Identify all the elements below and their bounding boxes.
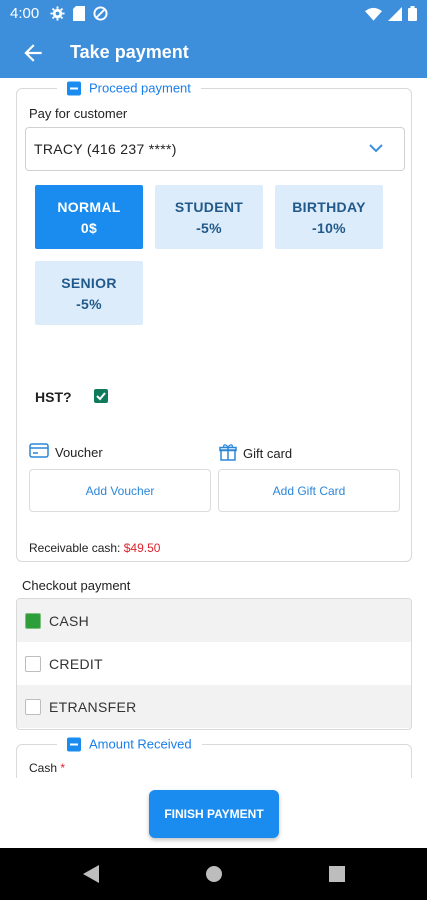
checkout-payment-list: CASH CREDIT ETRANSFER <box>16 598 412 730</box>
amount-received-panel: Amount Received Cash * <box>16 736 412 778</box>
signal-icon <box>388 6 402 26</box>
payment-option-cash[interactable]: CASH <box>17 599 411 642</box>
arrow-back-icon[interactable] <box>20 40 46 66</box>
discount-value: -5% <box>196 219 222 236</box>
voucher-label: Voucher <box>29 443 103 461</box>
wifi-icon <box>365 7 382 26</box>
cash-label-text: Cash <box>29 761 58 775</box>
customer-select[interactable]: TRACY (416 237 ****) <box>25 127 405 171</box>
payment-option-credit[interactable]: CREDIT <box>17 642 411 685</box>
hst-checkbox[interactable] <box>94 389 108 403</box>
add-gift-card-button[interactable]: Add Gift Card <box>218 469 400 512</box>
proceed-payment-panel: Proceed payment Pay for customer TRACY (… <box>16 80 412 562</box>
gift-card-label-text: Gift card <box>243 446 293 461</box>
customer-select-value: TRACY (416 237 ****) <box>34 141 177 157</box>
scroll-content[interactable]: Proceed payment Pay for customer TRACY (… <box>0 78 427 778</box>
discount-birthday-button[interactable]: BIRTHDAY -10% <box>275 185 383 249</box>
page-title: Take payment <box>70 42 189 62</box>
cash-field-label: Cash * <box>29 761 65 775</box>
settings-icon <box>50 6 65 26</box>
receivable-cash-label: Receivable cash: <box>29 541 121 555</box>
payment-option-label: ETRANSFER <box>49 699 137 715</box>
discount-value: -5% <box>76 295 102 312</box>
proceed-payment-title: Proceed payment <box>89 80 191 96</box>
voucher-label-text: Voucher <box>55 444 103 460</box>
footer: FINISH PAYMENT <box>0 778 427 848</box>
app-bar: Take payment <box>0 28 427 78</box>
discount-senior-button[interactable]: SENIOR -5% <box>35 261 143 325</box>
discount-value: -10% <box>312 219 346 236</box>
payment-option-label: CASH <box>49 613 90 629</box>
payment-option-etransfer[interactable]: ETRANSFER <box>17 685 411 728</box>
receivable-cash-amount: $49.50 <box>123 541 161 555</box>
discount-student-button[interactable]: STUDENT -5% <box>155 185 263 249</box>
etransfer-checkbox[interactable] <box>25 699 41 715</box>
payment-option-label: CREDIT <box>49 656 103 672</box>
blocked-icon <box>93 6 108 26</box>
status-time: 4:00 <box>10 5 40 22</box>
discount-label: SENIOR <box>61 274 117 291</box>
receivable-cash: Receivable cash: $49.50 <box>29 541 160 555</box>
pay-for-customer-label: Pay for customer <box>29 106 128 121</box>
required-mark: * <box>60 761 66 775</box>
discount-label: STUDENT <box>174 198 244 215</box>
add-gift-card-label: Add Gift Card <box>272 483 346 498</box>
collapse-icon[interactable] <box>67 737 81 751</box>
credit-checkbox[interactable] <box>25 656 41 672</box>
cash-checkbox[interactable] <box>25 613 41 629</box>
amount-received-title: Amount Received <box>89 736 192 752</box>
credit-card-icon <box>29 443 49 461</box>
nav-recents-icon[interactable] <box>328 864 346 889</box>
finish-payment-button[interactable]: FINISH PAYMENT <box>149 790 279 838</box>
nav-back-icon[interactable] <box>82 864 100 889</box>
add-voucher-label: Add Voucher <box>85 483 155 498</box>
finish-payment-label: FINISH PAYMENT <box>164 807 264 821</box>
amount-received-legend[interactable]: Amount Received <box>57 736 202 752</box>
add-voucher-button[interactable]: Add Voucher <box>29 469 211 512</box>
gift-icon <box>219 443 237 464</box>
discount-normal-button[interactable]: NORMAL 0$ <box>35 185 143 249</box>
discount-label: NORMAL <box>57 198 121 215</box>
chevron-down-icon <box>368 140 384 156</box>
nav-home-icon[interactable] <box>205 864 223 889</box>
status-bar: 4:00 <box>0 0 427 28</box>
hst-label: HST? <box>35 389 72 405</box>
proceed-payment-legend[interactable]: Proceed payment <box>57 80 201 96</box>
collapse-icon[interactable] <box>67 81 81 95</box>
battery-icon <box>408 6 417 26</box>
checkout-payment-title: Checkout payment <box>22 578 131 593</box>
discount-label: BIRTHDAY <box>292 198 366 215</box>
gift-card-label: Gift card <box>219 443 292 464</box>
sd-card-icon <box>73 6 85 26</box>
discount-value: 0$ <box>80 219 98 236</box>
system-nav-bar <box>0 848 427 900</box>
